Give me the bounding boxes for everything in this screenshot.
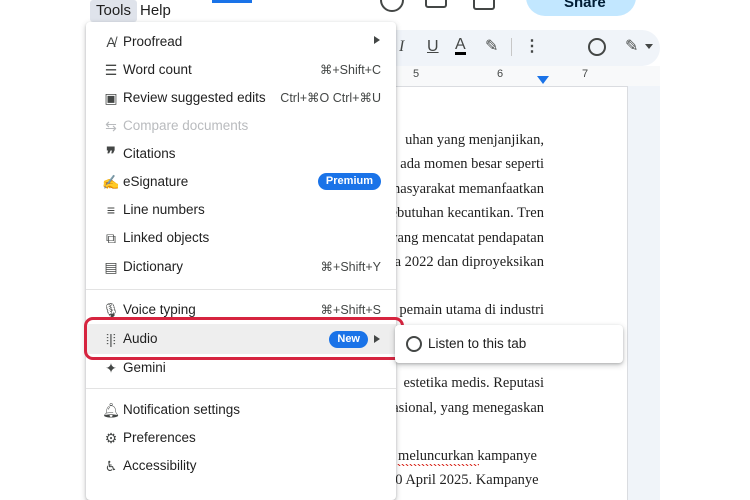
doc-line: uhan yang menjanjikan, <box>405 132 544 148</box>
audio-submenu: Listen to this tab <box>395 325 623 363</box>
menu-item-dictionary[interactable]: ▤ Dictionary ⌘+Shift+Y <box>86 253 396 281</box>
chevron-down-icon[interactable] <box>645 44 653 49</box>
menu-item-accessibility[interactable]: ♿︎ Accessibility <box>86 452 396 480</box>
menu-item-label: Compare documents <box>123 118 249 133</box>
text-color-button[interactable]: A <box>455 37 466 55</box>
menu-item-shortcut: ⌘+Shift+C <box>319 63 381 77</box>
dictionary-icon: ▤ <box>104 259 118 275</box>
preferences-icon: ⚙ <box>104 430 118 446</box>
ruler-mark-7: 7 <box>582 68 589 80</box>
proofread-icon: A̸ <box>106 34 116 50</box>
more-options-icon[interactable]: ⋮ <box>524 38 540 56</box>
history-icon[interactable] <box>380 0 404 12</box>
word-count-icon: ☰ <box>104 62 118 78</box>
menu-tools[interactable]: Tools <box>90 0 138 22</box>
listen-label: Listen to this tab <box>428 336 527 351</box>
voice-play-icon[interactable] <box>588 38 606 56</box>
menu-item-label: Citations <box>123 146 176 161</box>
ruler <box>390 66 660 87</box>
page-edge <box>627 86 628 500</box>
menu-item-listen-to-this-tab[interactable]: Listen to this tab <box>395 329 623 359</box>
menu-item-proofread[interactable]: A̸ Proofread <box>86 28 396 56</box>
tools-menu: A̸ Proofread ☰ Word count ⌘+Shift+C ▣ Re… <box>86 22 396 500</box>
doc-line: estetika medis. Reputasi <box>403 375 544 391</box>
menu-help[interactable]: Help <box>134 0 177 22</box>
italic-button[interactable]: I <box>399 38 404 56</box>
menu-item-label: Notification settings <box>123 402 241 417</box>
menu-item-review-suggested-edits[interactable]: ▣ Review suggested edits Ctrl+⌘O Ctrl+⌘U <box>86 84 396 112</box>
menu-item-compare-documents: ⇆ Compare documents <box>86 112 396 140</box>
menu-item-label: eSignature <box>123 174 189 189</box>
doc-line: asional, yang menegaskan <box>392 400 544 416</box>
line-numbers-icon: ≡ <box>106 202 116 218</box>
menu-separator <box>86 289 396 290</box>
doc-line: pemain utama di industri <box>399 302 544 318</box>
right-indent-marker[interactable] <box>537 76 549 84</box>
menu-item-label: Review suggested edits <box>123 90 266 105</box>
menu-item-label: Word count <box>123 62 192 77</box>
premium-badge: Premium <box>317 173 381 190</box>
menu-item-linked-objects[interactable]: ⧉ Linked objects <box>86 224 396 252</box>
signature-icon: ✍ <box>102 174 120 190</box>
doc-line: 30 April 2025. Kampanye <box>388 472 539 488</box>
spellcheck-underline <box>397 464 479 466</box>
underline-button[interactable]: U <box>427 38 439 56</box>
toolbar-divider <box>511 38 512 56</box>
menu-item-label: Linked objects <box>123 230 210 245</box>
menu-item-citations[interactable]: ❞ Citations <box>86 140 396 168</box>
menu-item-word-count[interactable]: ☰ Word count ⌘+Shift+C <box>86 56 396 84</box>
listen-icon <box>406 336 422 352</box>
menu-item-label: Proofread <box>123 34 183 49</box>
meet-icon[interactable] <box>473 0 495 10</box>
doc-line: c meluncurkan kampanye <box>388 448 537 464</box>
highlight-pen-icon[interactable]: ✎ <box>485 38 498 56</box>
doc-line: masyarakat memanfaatkan <box>389 181 544 197</box>
bell-icon: 🔔︎ <box>102 402 120 418</box>
compare-icon: ⇆ <box>105 118 117 134</box>
ruler-mark-6: 6 <box>497 68 504 80</box>
share-button[interactable]: Share <box>526 0 636 16</box>
audio-highlight-annotation <box>84 317 404 360</box>
menu-item-shortcut: ⌘+Shift+Y <box>320 260 381 274</box>
share-label: Share <box>564 0 606 11</box>
page-margin-background <box>628 86 660 500</box>
doc-line: a 2022 dan diproyeksikan <box>394 254 544 270</box>
doc-line: ebutuhan kecantikan. Tren <box>390 205 544 221</box>
submenu-arrow-icon <box>374 36 380 44</box>
menu-item-label: Line numbers <box>123 202 205 217</box>
review-edits-icon: ▣ <box>104 90 118 106</box>
accessibility-icon: ♿︎ <box>104 458 118 474</box>
menu-item-label: Accessibility <box>123 458 197 473</box>
menu-item-preferences[interactable]: ⚙ Preferences <box>86 424 396 452</box>
linked-objects-icon: ⧉ <box>106 230 116 246</box>
comment-icon[interactable] <box>425 0 447 8</box>
editing-mode-pen-icon[interactable]: ✎ <box>625 38 638 56</box>
menu-item-label: Preferences <box>123 430 196 445</box>
menu-item-shortcut: Ctrl+⌘O Ctrl+⌘U <box>280 91 381 105</box>
menu-separator <box>86 388 396 389</box>
gemini-sparkle-icon: ✦ <box>105 360 117 376</box>
menu-item-esignature[interactable]: ✍ eSignature Premium <box>86 168 396 196</box>
menu-item-label: Dictionary <box>123 259 184 274</box>
quote-icon: ❞ <box>106 144 116 164</box>
doc-line: yang mencatat pendapatan <box>390 230 544 246</box>
ruler-mark-5: 5 <box>413 68 420 80</box>
menu-item-notification-settings[interactable]: 🔔︎ Notification settings <box>86 396 396 424</box>
menu-item-line-numbers[interactable]: ≡ Line numbers <box>86 196 396 224</box>
menu-item-label: Gemini <box>123 360 166 375</box>
top-accent-bar <box>212 0 252 3</box>
doc-line: ada momen besar seperti <box>400 156 544 172</box>
